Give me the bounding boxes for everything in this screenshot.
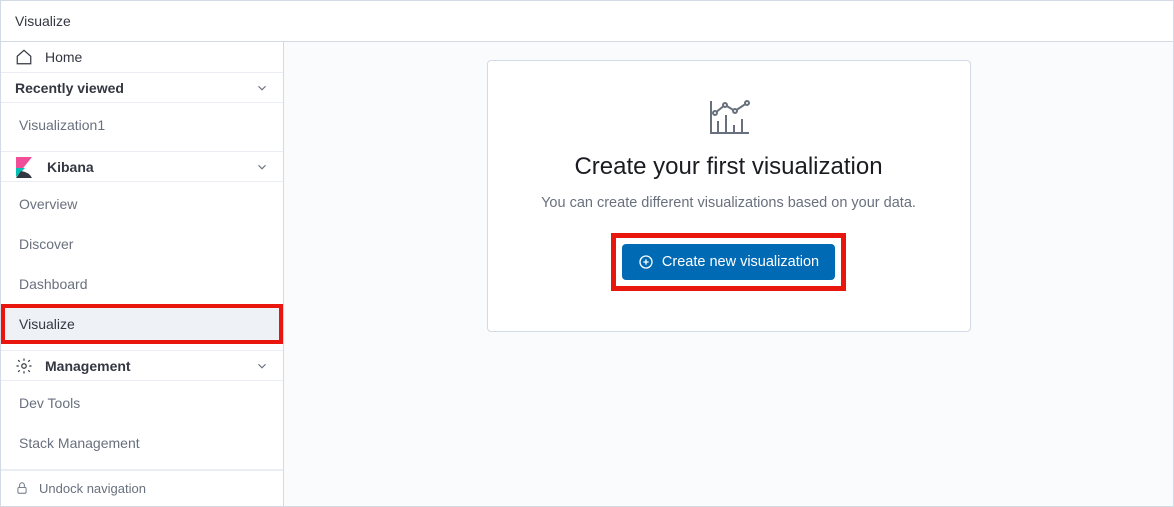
section-management-label: Management	[45, 358, 131, 374]
plus-circle-icon	[638, 254, 654, 270]
sidebar: Home Recently viewed Visualization1 K	[1, 42, 284, 506]
empty-state-card: Create your first visualization You can …	[487, 60, 971, 332]
lock-icon	[15, 481, 29, 495]
create-visualization-button-label: Create new visualization	[662, 254, 819, 270]
nav-home-label: Home	[45, 49, 82, 65]
chevron-down-icon	[255, 81, 269, 95]
gear-icon	[15, 357, 33, 375]
section-recently-viewed-label: Recently viewed	[15, 80, 124, 96]
breadcrumb-current[interactable]: Visualize	[15, 13, 71, 29]
home-icon	[15, 48, 33, 66]
chevron-down-icon	[255, 359, 269, 373]
nav-stack-management[interactable]: Stack Management	[1, 423, 283, 463]
create-visualization-button[interactable]: Create new visualization	[622, 244, 835, 280]
kibana-logo-icon	[15, 156, 35, 178]
chevron-down-icon	[255, 160, 269, 174]
section-management[interactable]: Management	[1, 351, 283, 381]
visualization-icon	[516, 97, 942, 137]
nav-home[interactable]: Home	[1, 42, 283, 73]
section-kibana-label: Kibana	[47, 159, 94, 175]
section-recently-viewed-body: Visualization1	[1, 103, 283, 152]
nav-dev-tools[interactable]: Dev Tools	[1, 383, 283, 423]
section-management-body: Dev Tools Stack Management	[1, 381, 283, 470]
topbar: Visualize	[1, 1, 1173, 42]
section-kibana-body: Overview Discover Dashboard Visualize	[1, 182, 283, 351]
nav-dashboard[interactable]: Dashboard	[1, 264, 283, 304]
undock-navigation-label: Undock navigation	[39, 481, 146, 496]
main-content: Create your first visualization You can …	[284, 42, 1173, 506]
empty-state-title: Create your first visualization	[516, 153, 942, 181]
empty-state-subtitle: You can create different visualizations …	[516, 195, 942, 211]
section-kibana[interactable]: Kibana	[1, 152, 283, 182]
nav-discover[interactable]: Discover	[1, 224, 283, 264]
create-button-highlight: Create new visualization	[611, 233, 846, 291]
recent-item[interactable]: Visualization1	[1, 105, 283, 145]
nav-visualize[interactable]: Visualize	[1, 304, 283, 344]
section-recently-viewed[interactable]: Recently viewed	[1, 73, 283, 103]
undock-navigation[interactable]: Undock navigation	[1, 470, 283, 506]
nav-overview[interactable]: Overview	[1, 184, 283, 224]
